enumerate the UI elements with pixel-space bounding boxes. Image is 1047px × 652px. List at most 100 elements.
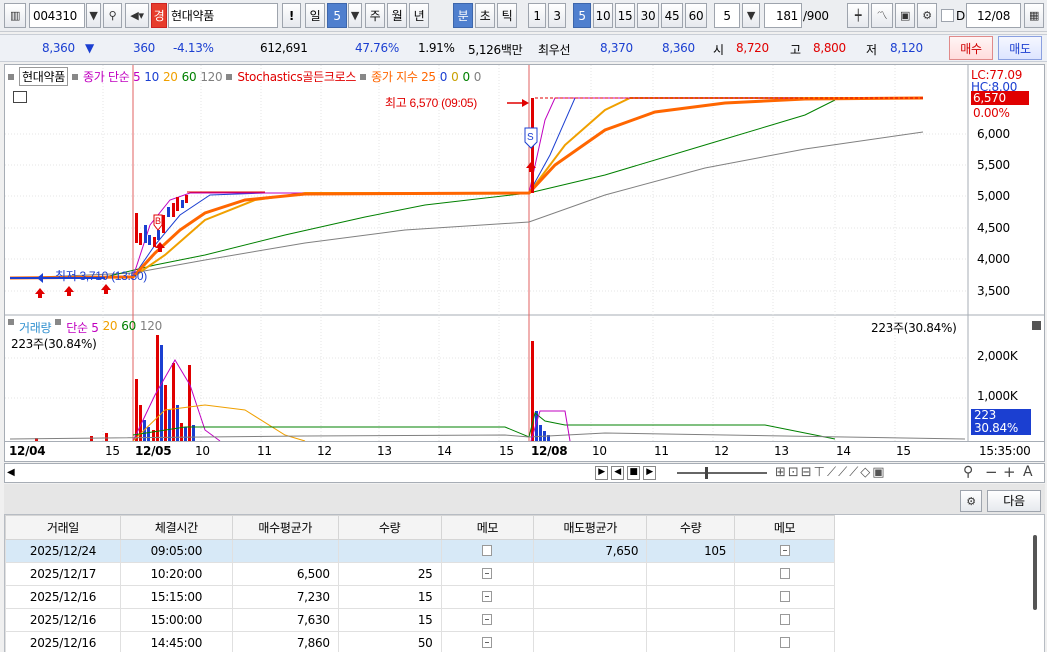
memo-icon[interactable] xyxy=(440,585,535,609)
legend-item[interactable]: 120 xyxy=(140,319,162,336)
indicator-icon[interactable]: 〽 xyxy=(871,3,893,28)
save-icon[interactable]: ▣ xyxy=(895,3,915,28)
period-week-button[interactable]: 주 xyxy=(365,3,385,28)
text-tool-icon[interactable]: A xyxy=(1023,464,1033,480)
minute-10-button[interactable]: 10 xyxy=(593,3,613,28)
legend-item[interactable]: 0 xyxy=(451,70,459,84)
period-minute-button[interactable]: 분 xyxy=(453,3,473,28)
ma20-line xyxy=(9,97,923,279)
date-checkbox[interactable] xyxy=(941,9,954,22)
legend-item[interactable]: 종가 단순 5 xyxy=(83,68,141,85)
play-icon[interactable]: ▶ xyxy=(595,466,608,480)
memo-icon[interactable] xyxy=(734,608,835,632)
stock-name-field[interactable]: 현대약품 xyxy=(168,3,278,28)
legend-item[interactable]: Stochastics골든크로스 xyxy=(237,68,356,85)
memo-icon[interactable] xyxy=(734,631,835,652)
minute-30-button[interactable]: 30 xyxy=(637,3,659,28)
memo-icon[interactable] xyxy=(734,585,835,609)
scroll-left-icon[interactable]: ◀ xyxy=(7,467,17,479)
gear-icon[interactable]: ⚙ xyxy=(917,3,937,28)
change-percent: -4.13% xyxy=(173,41,214,55)
forward-icon[interactable]: ▶ xyxy=(643,466,656,480)
calendar-icon[interactable]: ▦ xyxy=(1024,3,1044,28)
period-second-button[interactable]: 초 xyxy=(475,3,495,28)
search-icon[interactable]: ⚲ xyxy=(103,3,122,28)
minute-60-button[interactable]: 60 xyxy=(685,3,707,28)
sell-button[interactable]: 매도 xyxy=(998,36,1042,60)
speaker-dropdown-icon[interactable]: ◀▾ xyxy=(125,3,149,28)
best-ask: 8,370 xyxy=(600,41,633,55)
legend-item[interactable]: 20 xyxy=(103,319,118,336)
trades-gear-icon[interactable]: ⚙ xyxy=(960,490,982,512)
interval-dropdown-icon[interactable]: ▼ xyxy=(742,3,760,28)
memo-icon[interactable] xyxy=(440,631,535,652)
count-input[interactable]: 181 xyxy=(764,3,802,28)
code-dropdown-icon[interactable]: ▼ xyxy=(86,3,101,28)
legend-item[interactable]: 종가 지수 25 xyxy=(371,68,436,85)
legend-item[interactable]: 0 xyxy=(474,70,482,84)
best-price-label: 최우선 xyxy=(538,43,571,57)
zoom-out-icon[interactable]: − xyxy=(985,463,998,481)
table-cell: 2025/12/17 xyxy=(5,562,121,586)
legend-item[interactable]: 거래량 xyxy=(19,319,52,336)
table-row[interactable]: 2025/12/17 10:20:00 6,500 25 xyxy=(5,562,835,586)
table-row[interactable]: 2025/12/24 09:05:00 7,650 105 xyxy=(5,539,835,563)
memo-icon[interactable] xyxy=(734,539,835,563)
stop-icon[interactable]: ■ xyxy=(627,466,640,480)
table-cell: 6,500 xyxy=(231,562,339,586)
table-cell xyxy=(646,562,736,586)
legend-item[interactable]: 0 xyxy=(462,70,470,84)
zoom-slider-handle[interactable] xyxy=(705,467,708,479)
next-button[interactable]: 다음 xyxy=(987,490,1041,512)
stock-code-input[interactable]: 004310 xyxy=(29,3,85,28)
x-label: 10 xyxy=(195,444,210,458)
interval-value: 5 xyxy=(723,8,731,23)
memo-icon[interactable] xyxy=(734,562,835,586)
table-row[interactable]: 2025/12/16 14:45:00 7,860 50 xyxy=(5,631,835,652)
zoom-in-icon[interactable]: + xyxy=(1003,463,1016,481)
chart-area[interactable]: 최저 3,710 (13:50) B S 최고 6,570 (09:05) 현대… xyxy=(4,64,1045,462)
legend-item[interactable]: 10 xyxy=(144,70,159,84)
period-month-button[interactable]: 월 xyxy=(387,3,407,28)
table-cell: 15 xyxy=(337,585,442,609)
y-tick: 6,000 xyxy=(977,127,1010,141)
legend-item[interactable]: 60 xyxy=(121,319,136,336)
sell-button-label: 매도 xyxy=(1009,42,1031,56)
interval-input[interactable]: 5 xyxy=(714,3,740,28)
memo-icon[interactable] xyxy=(440,562,535,586)
minute-5-button[interactable]: 5 xyxy=(573,3,591,28)
panel-close-icon[interactable] xyxy=(1032,321,1041,330)
memo-icon[interactable] xyxy=(440,608,535,632)
minute-45-button[interactable]: 45 xyxy=(661,3,683,28)
period-day-count[interactable]: 5 xyxy=(327,3,347,28)
table-row[interactable]: 2025/12/16 15:15:00 7,230 15 xyxy=(5,585,835,609)
rewind-icon[interactable]: ◀ xyxy=(611,466,624,480)
period-year-button[interactable]: 년 xyxy=(409,3,429,28)
minute-3-button[interactable]: 3 xyxy=(548,3,566,28)
legend-item[interactable]: 현대약품 xyxy=(19,67,68,86)
legend-square-icon xyxy=(8,73,14,80)
period-dropdown-icon[interactable]: ▼ xyxy=(348,3,362,28)
x-label: 12/05 xyxy=(135,444,172,458)
table-scrollbar[interactable] xyxy=(1033,535,1037,610)
drawing-tools-icons[interactable]: ⊞⊡⊟⊤⟋⟋⟋◇▣ xyxy=(775,465,887,480)
chart-menu-icon[interactable]: ▥ xyxy=(4,3,26,28)
info-button[interactable]: ! xyxy=(282,3,301,28)
period-tick-button[interactable]: 틱 xyxy=(497,3,517,28)
legend-item[interactable]: 60 xyxy=(182,70,197,84)
date-input[interactable]: 12/08 xyxy=(966,3,1021,28)
legend-item[interactable]: 120 xyxy=(200,70,222,84)
zoom-search-icon[interactable]: ⚲ xyxy=(963,464,973,480)
legend-item[interactable]: 단순 5 xyxy=(66,319,99,336)
zoom-slider[interactable] xyxy=(677,472,767,474)
period-day-button[interactable]: 일 xyxy=(305,3,325,28)
minute-15-button[interactable]: 15 xyxy=(615,3,635,28)
grid-toggle-icon[interactable] xyxy=(13,91,27,103)
minute-1-button[interactable]: 1 xyxy=(528,3,546,28)
buy-button[interactable]: 매수 xyxy=(949,36,993,60)
legend-item[interactable]: 20 xyxy=(163,70,178,84)
table-row[interactable]: 2025/12/16 15:00:00 7,630 15 xyxy=(5,608,835,632)
memo-icon[interactable] xyxy=(440,539,535,563)
legend-item[interactable]: 0 xyxy=(440,70,448,84)
candle-settings-icon[interactable]: ┿ xyxy=(847,3,869,28)
